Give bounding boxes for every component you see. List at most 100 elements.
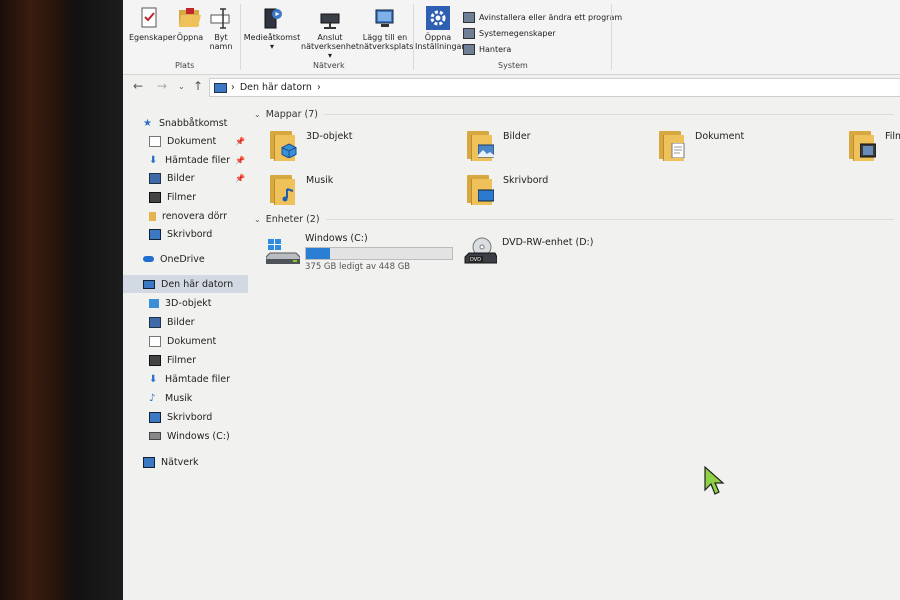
sidebar-item-label: Skrivbord (167, 411, 213, 423)
sidebar-item-this-pc[interactable]: Den här datorn (123, 275, 248, 293)
folder-videos[interactable]: Filmer (849, 129, 900, 169)
sidebar-item-quick-access[interactable]: ★ Snabbåtkomst (123, 114, 248, 132)
breadcrumb-separator: › (231, 82, 235, 93)
sidebar-item-label: Dokument (167, 335, 217, 347)
sidebar-item-videos[interactable]: Filmer (123, 351, 248, 369)
folder-icon (149, 211, 156, 221)
star-icon: ★ (143, 117, 152, 129)
uninstall-label: Avinstallera eller ändra ett program (479, 13, 623, 22)
collapse-chevron-icon[interactable]: ⌄ (254, 215, 261, 224)
drive-windows-c[interactable]: Windows (C:) 375 GB ledigt av 448 GB (266, 233, 466, 279)
address-bar[interactable]: › Den här datorn › (209, 78, 900, 97)
pin-icon: 📌 (235, 136, 245, 146)
document-icon (149, 135, 161, 147)
up-arrow-icon[interactable]: ↑ (193, 79, 203, 93)
cube-icon (149, 298, 159, 308)
open-folder-icon (178, 6, 202, 30)
ribbon-separator (611, 4, 612, 70)
folder-label: Bilder (503, 131, 531, 142)
media-access-label: Medieåtkomst (243, 33, 301, 42)
sidebar-item-renovera-dorr[interactable]: renovera dörr (123, 207, 248, 225)
map-network-drive-button[interactable]: Anslut nätverksenhet ▾ (301, 6, 359, 60)
pin-icon: 📌 (235, 173, 245, 183)
section-title: Enheter (2) (265, 214, 320, 225)
sidebar-item-music[interactable]: ♪ Musik (123, 389, 248, 407)
film-icon (149, 354, 161, 366)
sidebar-item-3d-objects[interactable]: 3D-objekt (123, 294, 248, 312)
sidebar-item-label: Musik (165, 392, 193, 404)
add-location-label-2: nätverksplats (359, 42, 414, 51)
cloud-icon (143, 256, 154, 262)
sidebar-item-pictures[interactable]: Bilder (123, 313, 248, 331)
properties-icon (138, 6, 162, 30)
sidebar-item-label: Filmer (167, 354, 197, 366)
breadcrumb-this-pc[interactable]: Den här datorn (240, 82, 312, 93)
folder-label: Musik (306, 175, 334, 186)
devices-section-header[interactable]: ⌄ Enheter (2) (254, 214, 894, 225)
sidebar-item-desktop[interactable]: Skrivbord (123, 408, 248, 426)
open-settings-label-2: Inställningar (415, 42, 465, 51)
dvd-drive-icon: DVD (464, 237, 497, 264)
add-network-location-button[interactable]: Lägg till en nätverksplats (359, 6, 414, 51)
open-settings-label-1: Öppna (424, 33, 452, 42)
sidebar-item-onedrive[interactable]: OneDrive (123, 250, 248, 268)
sidebar-item-label: 3D-objekt (165, 297, 212, 309)
open-label: Öppna (176, 33, 204, 42)
manage-button[interactable]: Hantera (463, 44, 511, 55)
pin-icon: 📌 (235, 155, 245, 165)
sidebar-item-pictures-pinned[interactable]: Bilder 📌 (123, 169, 248, 187)
ribbon: Egenskaper Öppna Byt namn Plats Medieåtk… (123, 0, 900, 75)
folder-documents[interactable]: Dokument (659, 129, 849, 169)
properties-label: Egenskaper (129, 33, 176, 42)
rename-icon (209, 6, 233, 30)
folder-3d-objects[interactable]: 3D-objekt (270, 129, 460, 169)
properties-button[interactable]: Egenskaper (129, 6, 176, 42)
network-drive-icon (318, 6, 342, 30)
forward-arrow-icon[interactable]: → (157, 79, 167, 93)
open-button[interactable]: Öppna (175, 6, 205, 42)
group-label-natverk: Nätverk (313, 61, 345, 70)
sidebar-item-label: Snabbåtkomst (159, 117, 228, 129)
folder-pictures[interactable]: Bilder (467, 129, 657, 169)
desktop-icon (149, 411, 161, 423)
sidebar-item-videos-quick[interactable]: Filmer (123, 188, 248, 206)
sidebar-item-windows-c[interactable]: Windows (C:) (123, 427, 248, 445)
folders-section-header[interactable]: ⌄ Mappar (7) (254, 109, 894, 120)
drive-name: Windows (C:) (305, 233, 368, 244)
windows-hard-drive-icon (266, 239, 300, 264)
add-location-label-1: Lägg till en (362, 33, 408, 42)
videos-folder-icon (849, 129, 877, 161)
recent-locations-icon[interactable]: ⌄ (178, 82, 185, 91)
open-settings-button[interactable]: Öppna Inställningar (415, 6, 465, 51)
rename-label-2: namn (209, 42, 233, 51)
rename-button[interactable]: Byt namn (209, 6, 233, 51)
sidebar-item-network[interactable]: Nätverk (123, 453, 248, 471)
collapse-chevron-icon[interactable]: ⌄ (254, 110, 261, 119)
folder-desktop[interactable]: Skrivbord (467, 173, 657, 213)
sidebar-item-documents-pinned[interactable]: Dokument 📌 (123, 132, 248, 150)
group-label-system: System (498, 61, 528, 70)
section-divider (324, 114, 894, 115)
drive-dvd-rw-d[interactable]: DVD DVD-RW-enhet (D:) (463, 237, 663, 283)
sidebar-item-documents[interactable]: Dokument (123, 332, 248, 350)
download-arrow-icon: ⬇ (149, 373, 158, 385)
sidebar-item-label: Hämtade filer (165, 154, 231, 166)
sidebar-item-label: Hämtade filer (165, 373, 231, 385)
content-pane: ⌄ Mappar (7) 3D-objekt Bilder Dokument F… (250, 100, 900, 600)
svg-text:DVD: DVD (470, 257, 481, 263)
sidebar-item-downloads-pinned[interactable]: ⬇ Hämtade filer 📌 (123, 151, 248, 169)
download-arrow-icon: ⬇ (149, 154, 158, 166)
section-divider (325, 219, 894, 220)
ribbon-separator (413, 4, 414, 70)
section-title: Mappar (7) (265, 109, 318, 120)
sidebar-item-desktop-quick[interactable]: Skrivbord (123, 225, 248, 243)
dropdown-arrow-icon: ▾ (327, 51, 332, 60)
back-arrow-icon[interactable]: ← (133, 79, 143, 93)
uninstall-program-button[interactable]: Avinstallera eller ändra ett program (463, 12, 622, 23)
sidebar-item-downloads[interactable]: ⬇ Hämtade filer (123, 370, 248, 388)
folder-music[interactable]: Musik (270, 173, 460, 213)
system-properties-button[interactable]: Systemegenskaper (463, 28, 556, 39)
system-properties-label: Systemegenskaper (479, 29, 556, 38)
music-note-icon: ♪ (149, 392, 156, 404)
media-access-button[interactable]: Medieåtkomst ▾ (243, 6, 301, 51)
